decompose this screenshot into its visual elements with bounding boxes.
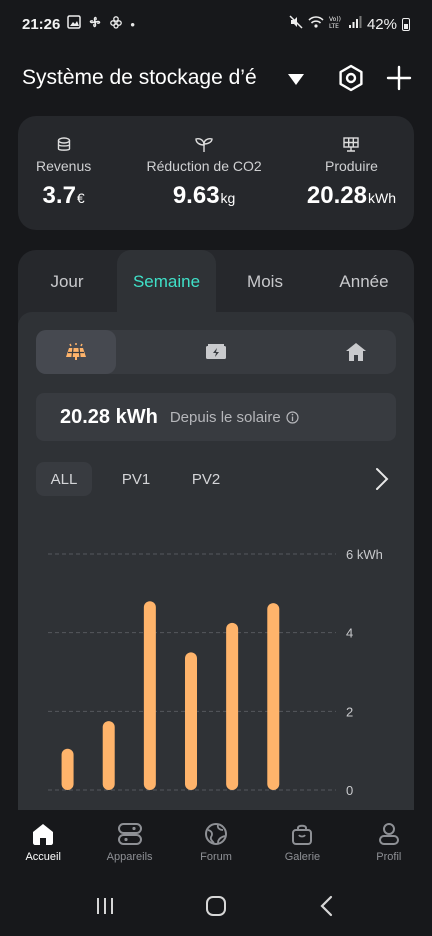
tab-mois[interactable]: Mois bbox=[216, 250, 314, 314]
home-icon bbox=[33, 824, 54, 845]
energy-card: Jour Semaine Mois Année 20.28 kWh Depuis… bbox=[18, 250, 414, 830]
nav-label-forum: Forum bbox=[200, 851, 232, 863]
recents-icon bbox=[97, 898, 114, 914]
notification-dot: • bbox=[130, 16, 135, 32]
pv-filter-row: ALL PV1 PV2 bbox=[36, 462, 396, 498]
recent-apps-button[interactable] bbox=[85, 891, 125, 921]
hexagon-settings-icon bbox=[339, 64, 363, 92]
battery-text: 42% bbox=[366, 15, 397, 33]
system-title[interactable]: Système de stockage d’é bbox=[22, 66, 274, 90]
co2-stat: Réduction de CO2 9.63 kg bbox=[147, 136, 262, 230]
produce-stat: Produire 20.28 kWh bbox=[307, 136, 396, 230]
globe-icon bbox=[205, 823, 228, 845]
period-tabs: Jour Semaine Mois Année bbox=[18, 250, 414, 314]
bottom-navigation: Accueil Appareils Forum Galerie Profil bbox=[0, 810, 432, 876]
add-button[interactable] bbox=[384, 63, 414, 93]
co2-value: 9.63 bbox=[172, 182, 220, 209]
bar-0[interactable] bbox=[61, 748, 74, 790]
svg-text:Vo)): Vo)) bbox=[329, 16, 341, 23]
volte-icon: Vo)) LTE bbox=[329, 15, 343, 33]
energy-subtitle: Depuis le solaire bbox=[169, 408, 281, 426]
energy-total-box: 20.28 kWh Depuis le solaire bbox=[36, 393, 396, 441]
produce-value: 20.28 bbox=[306, 182, 367, 209]
status-bar: 21:26 • Vo)) LTE 42% bbox=[0, 0, 432, 48]
signal-icon bbox=[348, 15, 362, 33]
devices-icon bbox=[117, 823, 142, 845]
energy-value: 20.28 kWh bbox=[60, 405, 158, 428]
nav-profil[interactable]: Profil bbox=[346, 810, 432, 876]
week-panel: 20.28 kWh Depuis le solaire ALL PV1 PV2 … bbox=[18, 312, 414, 830]
y-tick-label: 6 kWh bbox=[346, 547, 383, 562]
info-icon[interactable] bbox=[286, 410, 299, 424]
tab-jour[interactable]: Jour bbox=[18, 250, 116, 314]
filter-pv1[interactable]: PV1 bbox=[108, 462, 164, 496]
home-button[interactable] bbox=[196, 891, 236, 921]
bar-1[interactable] bbox=[102, 721, 115, 790]
bar-4[interactable] bbox=[226, 622, 239, 790]
app-header: Système de stockage d’é bbox=[0, 56, 432, 100]
revenue-unit: € bbox=[76, 190, 85, 206]
status-time: 21:26 bbox=[22, 15, 61, 33]
svg-text:LTE: LTE bbox=[329, 23, 339, 29]
nav-label-profil: Profil bbox=[376, 851, 402, 863]
nav-galerie[interactable]: Galerie bbox=[259, 810, 345, 876]
produce-label: Produire bbox=[324, 158, 378, 174]
house-icon bbox=[346, 343, 366, 361]
nav-accueil[interactable]: Accueil bbox=[0, 810, 86, 876]
bar-3[interactable] bbox=[185, 652, 197, 790]
bar-5[interactable] bbox=[267, 603, 280, 790]
system-navigation bbox=[0, 876, 432, 936]
co2-unit: kg bbox=[220, 190, 236, 206]
home-source-button[interactable] bbox=[316, 330, 396, 374]
y-tick-label: 0 bbox=[346, 783, 353, 798]
wifi-icon bbox=[308, 15, 324, 33]
produce-unit: kWh bbox=[367, 190, 396, 206]
fan-icon bbox=[88, 15, 102, 33]
tab-annee[interactable]: Année bbox=[314, 250, 414, 314]
nav-label-appareils: Appareils bbox=[106, 851, 153, 863]
nav-label-galerie: Galerie bbox=[284, 851, 321, 863]
battery-icon bbox=[402, 17, 410, 31]
revenue-value: 3.7 bbox=[42, 182, 76, 209]
back-icon bbox=[320, 895, 332, 917]
nav-appareils[interactable]: Appareils bbox=[86, 810, 172, 876]
coins-icon bbox=[57, 136, 71, 154]
weekly-production-chart: 0246 kWhDim.Lun.Mar.Mer.Jeu.Ven.Sam. bbox=[48, 547, 383, 823]
nav-forum[interactable]: Forum bbox=[173, 810, 259, 876]
caret-down-icon[interactable] bbox=[288, 73, 304, 85]
battery-source-button[interactable] bbox=[176, 330, 256, 374]
co2-label: Réduction de CO2 bbox=[146, 158, 262, 174]
bar-2[interactable] bbox=[143, 601, 156, 790]
battery-charge-icon bbox=[206, 344, 226, 359]
nav-label-accueil: Accueil bbox=[25, 851, 61, 863]
source-selector bbox=[36, 330, 396, 374]
solar-panel-icon bbox=[66, 343, 86, 360]
solar-source-button[interactable] bbox=[36, 330, 116, 374]
filter-all[interactable]: ALL bbox=[36, 462, 92, 496]
revenue-stat: Revenus 3.7 € bbox=[36, 136, 91, 230]
revenue-label: Revenus bbox=[36, 158, 92, 174]
stats-card: Revenus 3.7 € Réduction de CO2 9.63 kg P… bbox=[18, 116, 414, 230]
gallery-icon bbox=[67, 15, 82, 33]
y-tick-label: 4 bbox=[346, 626, 353, 641]
home-circle-icon bbox=[205, 896, 226, 916]
solar-panel-icon bbox=[342, 136, 360, 154]
back-button[interactable] bbox=[307, 891, 347, 921]
plus-icon bbox=[386, 65, 412, 91]
chevron-right-icon[interactable] bbox=[374, 466, 390, 497]
filter-pv2[interactable]: PV2 bbox=[178, 462, 234, 496]
mute-icon bbox=[289, 15, 303, 33]
y-tick-label: 2 bbox=[346, 704, 353, 719]
sprout-icon bbox=[195, 136, 213, 154]
flower-icon bbox=[109, 15, 123, 33]
settings-button[interactable] bbox=[336, 63, 366, 93]
bag-icon bbox=[292, 824, 313, 845]
person-icon bbox=[378, 823, 399, 845]
tab-semaine[interactable]: Semaine bbox=[117, 250, 216, 314]
